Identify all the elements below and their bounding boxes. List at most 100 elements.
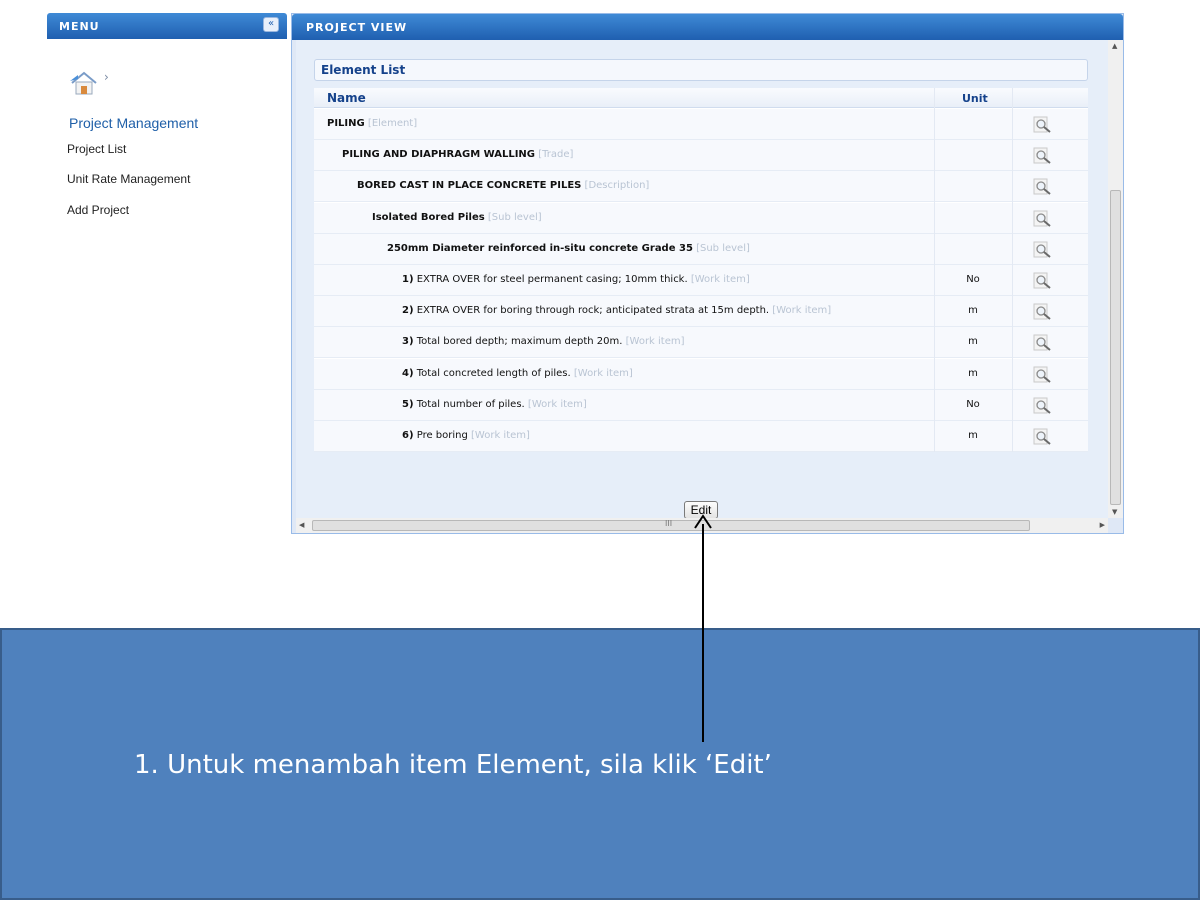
magnifier-icon[interactable] [1033, 334, 1053, 352]
row-name-cell: BORED CAST IN PLACE CONCRETE PILES [Desc… [357, 180, 649, 191]
project-view-panel: PROJECT VIEW Element List Name Unit PILI… [291, 13, 1124, 534]
row-name-cell: 250mm Diameter reinforced in-situ concre… [387, 243, 750, 254]
project-view-body: Element List Name Unit PILING [Element] P… [296, 40, 1108, 519]
vertical-scroll-thumb[interactable] [1110, 190, 1121, 505]
row-type-tag: [Work item] [690, 274, 750, 285]
row-type-tag: [Sub level] [696, 242, 750, 254]
menu-header: MENU « [47, 13, 287, 39]
row-type-tag: [Description] [584, 180, 650, 192]
pointer-arrow-icon [694, 514, 712, 742]
row-unit-cell: m [968, 336, 978, 348]
element-grid: Name Unit PILING [Element] PILING AND DIA… [314, 88, 1088, 452]
magnifier-icon[interactable] [1033, 303, 1053, 321]
menu-section-title[interactable]: Project Management [69, 115, 198, 131]
row-number: 6) [402, 430, 414, 441]
row-name: Pre boring [416, 430, 468, 441]
instruction-box: 1. Untuk menambah item Element, sila kli… [0, 628, 1200, 900]
menu-link-unit-rate-management[interactable]: Unit Rate Management [67, 172, 190, 186]
column-divider [1012, 88, 1013, 452]
row-number: 4) [402, 367, 414, 379]
horizontal-scroll-thumb[interactable]: III [312, 519, 1030, 531]
menu-link-project-list[interactable]: Project List [67, 142, 126, 156]
row-name: EXTRA OVER for steel permanent casing; 1… [416, 274, 688, 285]
row-unit-cell: m [968, 430, 978, 441]
row-type-tag: [Element] [367, 118, 418, 129]
scroll-left-arrow-icon[interactable]: ◀ [299, 521, 304, 529]
row-type-tag: [Work item] [527, 398, 587, 410]
table-row[interactable]: PILING AND DIAPHRAGM WALLING [Trade] [314, 140, 1088, 172]
breadcrumb-chevron-icon: › [104, 70, 109, 84]
element-list-title: Element List [321, 63, 406, 77]
table-row[interactable]: 4) Total concreted length of piles. [Wor… [314, 358, 1088, 390]
vertical-scrollbar[interactable]: ▲ ▼ [1108, 40, 1123, 518]
row-name-cell: 5) Total number of piles. [Work item] [402, 399, 587, 410]
row-unit-cell: m [968, 367, 978, 379]
table-row[interactable]: BORED CAST IN PLACE CONCRETE PILES [Desc… [314, 171, 1088, 203]
row-name-cell: Isolated Bored Piles [Sub level] [372, 212, 542, 223]
menu-link-add-project[interactable]: Add Project [67, 203, 129, 217]
table-row[interactable]: Isolated Bored Piles [Sub level] [314, 202, 1088, 234]
table-row[interactable]: PILING [Element] [314, 109, 1088, 140]
scroll-right-arrow-icon[interactable]: ▶ [1100, 521, 1105, 529]
column-header-name[interactable]: Name [327, 91, 366, 105]
row-number: 5) [402, 398, 414, 410]
row-name-cell: 1) EXTRA OVER for steel permanent casing… [402, 274, 750, 285]
row-number: 2) [402, 305, 414, 317]
scroll-up-arrow-icon[interactable]: ▲ [1112, 42, 1117, 50]
row-unit-cell: No [966, 274, 980, 285]
row-name-cell: PILING AND DIAPHRAGM WALLING [Trade] [342, 149, 573, 160]
magnifier-icon[interactable] [1033, 272, 1053, 290]
menu-title: MENU [59, 20, 100, 33]
grid-header: Name Unit [314, 88, 1088, 108]
row-type-tag: [Sub level] [487, 211, 542, 223]
collapse-menu-icon[interactable]: « [263, 17, 279, 32]
row-type-tag: [Work item] [625, 336, 685, 348]
table-row[interactable]: 5) Total number of piles. [Work item] No [314, 389, 1088, 421]
row-name: Total number of piles. [416, 398, 525, 410]
row-name: Total concreted length of piles. [416, 367, 571, 379]
project-view-title: PROJECT VIEW [306, 21, 408, 34]
row-name-cell: PILING [Element] [327, 118, 417, 129]
table-row[interactable]: 250mm Diameter reinforced in-situ concre… [314, 233, 1088, 265]
magnifier-icon[interactable] [1033, 147, 1053, 165]
row-name: BORED CAST IN PLACE CONCRETE PILES [357, 180, 582, 192]
magnifier-icon[interactable] [1033, 428, 1053, 446]
row-unit-cell: m [968, 305, 978, 317]
row-name-cell: 6) Pre boring [Work item] [402, 430, 530, 441]
column-header-unit[interactable]: Unit [962, 92, 988, 105]
instruction-text: 1. Untuk menambah item Element, sila kli… [134, 750, 772, 780]
table-row[interactable]: 3) Total bored depth; maximum depth 20m.… [314, 327, 1088, 359]
row-type-tag: [Work item] [471, 430, 530, 441]
row-number: 1) [402, 274, 414, 285]
row-type-tag: [Work item] [772, 305, 832, 317]
row-name-cell: 4) Total concreted length of piles. [Wor… [402, 368, 633, 379]
row-name: 250mm Diameter reinforced in-situ concre… [387, 242, 693, 254]
home-icon[interactable] [69, 70, 99, 96]
menu-panel: MENU « › Project Management Project List… [47, 13, 287, 533]
scroll-down-arrow-icon[interactable]: ▼ [1112, 508, 1117, 516]
row-unit-cell: No [966, 398, 980, 410]
row-number: 3) [402, 336, 414, 348]
row-type-tag: [Trade] [538, 149, 574, 161]
magnifier-icon[interactable] [1033, 210, 1053, 228]
row-name: EXTRA OVER for boring through rock; anti… [416, 305, 770, 317]
magnifier-icon[interactable] [1033, 116, 1053, 134]
magnifier-icon[interactable] [1033, 397, 1053, 415]
project-view-header: PROJECT VIEW [292, 14, 1123, 40]
row-name: PILING AND DIAPHRAGM WALLING [342, 149, 535, 161]
row-name-cell: 2) EXTRA OVER for boring through rock; a… [402, 305, 831, 316]
row-name-cell: 3) Total bored depth; maximum depth 20m.… [402, 336, 685, 347]
table-row[interactable]: 1) EXTRA OVER for steel permanent casing… [314, 265, 1088, 296]
magnifier-icon[interactable] [1033, 366, 1053, 384]
scroll-grip: III [665, 519, 673, 528]
row-name: Isolated Bored Piles [372, 211, 485, 223]
magnifier-icon[interactable] [1033, 241, 1053, 259]
table-row[interactable]: 2) EXTRA OVER for boring through rock; a… [314, 296, 1088, 328]
row-name: Total bored depth; maximum depth 20m. [416, 336, 623, 348]
row-name: PILING [327, 118, 365, 129]
table-row[interactable]: 6) Pre boring [Work item] m [314, 421, 1088, 452]
row-type-tag: [Work item] [573, 367, 633, 379]
element-list-bar: Element List [314, 59, 1088, 81]
magnifier-icon[interactable] [1033, 178, 1053, 196]
column-divider [934, 88, 935, 452]
